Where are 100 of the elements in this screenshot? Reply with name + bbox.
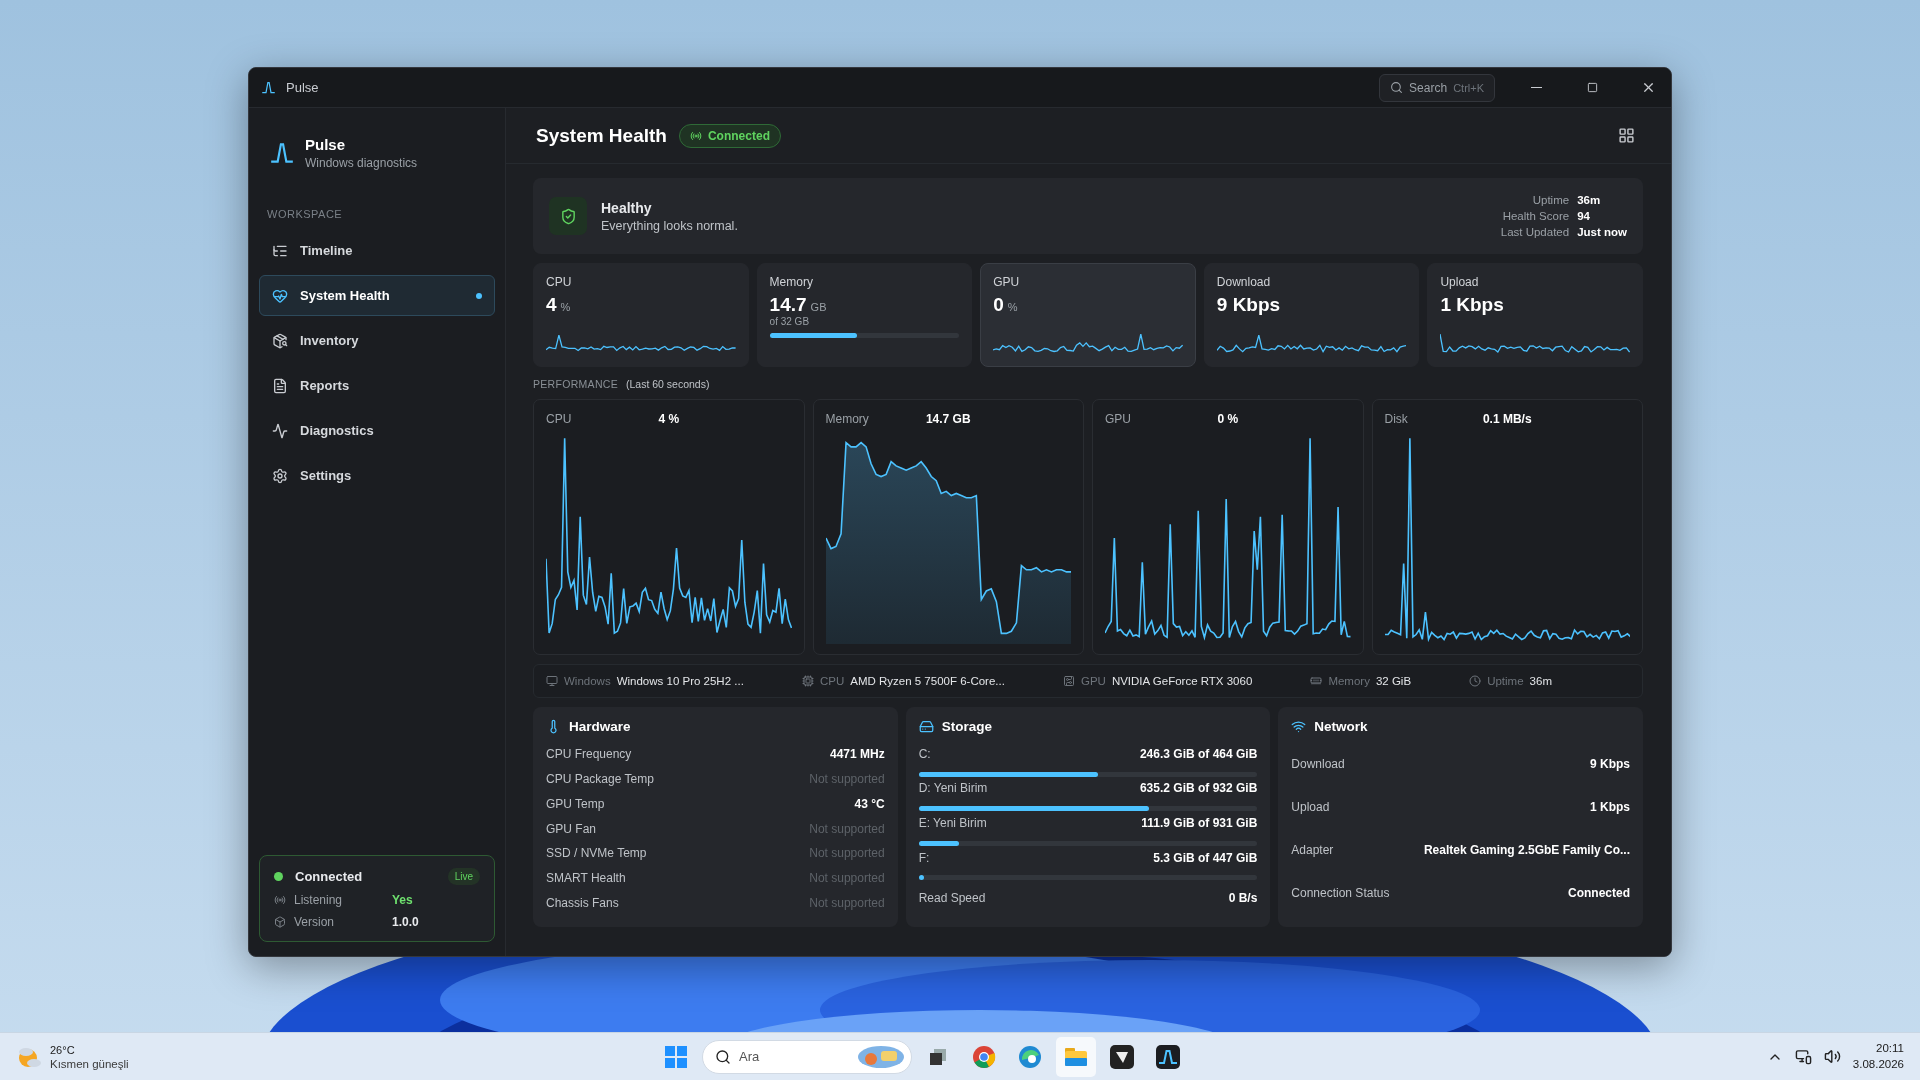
heart-icon [272,287,288,304]
app-name: Pulse [305,136,347,153]
metric-value: 14.7 [769,294,807,316]
metric-value: 0 [993,294,1004,316]
package-icon [272,332,288,349]
document-icon [272,377,288,394]
cube-icon [274,916,286,928]
metric-card[interactable]: CPU 4 % [533,263,749,367]
metric-subtext: of 32 GB [769,316,811,327]
search-icon [1390,81,1404,94]
window-title: Pulse [286,80,320,95]
metric-label: Download [1216,275,1272,289]
live-badge: Live [447,868,480,885]
search-highlight-icon [857,1044,905,1069]
info-value: 36m [1529,675,1552,687]
row-value: 1 Kbps [1589,799,1630,814]
metric-unit: % [1007,301,1018,313]
metric-value: 4 [546,294,557,316]
info-value: Windows 10 Pro 25H2 ... [616,675,744,687]
sidebar-item[interactable]: System Health [259,275,495,316]
row-value: Not supported [809,870,885,885]
metric-unit: GB [810,301,827,313]
drive-usage: 5.3 GiB of 447 GiB [1153,850,1258,865]
status-dot [274,872,283,881]
drive-usage: 635.2 GiB of 932 GiB [1139,781,1258,796]
info-label: Memory [1328,675,1370,687]
stat-label: Uptime [1531,194,1570,206]
info-value: NVIDIA GeForce RTX 3060 [1111,675,1253,687]
network-icon[interactable] [1794,1048,1812,1065]
metric-card[interactable]: Download 9 Kbps [1203,263,1420,367]
folder-icon[interactable] [1056,1036,1096,1077]
chart-label: Memory [825,412,870,426]
metric-card[interactable]: Upload 1 Kbps [1427,263,1643,367]
volume-icon[interactable] [1823,1048,1841,1065]
row-label: GPU Temp [546,796,605,811]
row-value: Not supported [809,895,885,910]
clock-icon [1469,675,1482,687]
taskbar-search-field[interactable]: Ara [702,1039,912,1074]
info-label: GPU [1080,675,1106,687]
panel-title: Hardware [569,719,631,734]
monitor-icon [546,675,558,687]
row-value: Connected [1567,886,1630,901]
status-value: Yes [392,893,413,907]
minimize-icon [1530,87,1542,88]
wifi-icon [1291,719,1307,734]
metric-value: 9 Kbps [1216,294,1281,316]
stat-value: 94 [1577,210,1591,222]
chart-label: CPU [546,412,573,426]
stat-label: Health Score [1501,210,1570,222]
sidebar-item[interactable]: Inventory [259,320,495,361]
weather-widget[interactable]: 26°C Kısmen güneşli [16,1043,656,1070]
metric-unit: % [560,301,571,313]
panel-title: Storage [941,719,992,734]
metric-card[interactable]: Memory 14.7 GB of 32 GB [756,263,973,367]
sidebar-item[interactable]: Settings [259,455,495,496]
health-message: Everything looks normal. [601,218,738,233]
chart-value: 0 % [1216,412,1240,426]
metric-label: GPU [993,275,1021,289]
maximize-icon [1586,82,1598,93]
pulse-logo-icon [269,140,295,166]
row-label: GPU Fan [546,821,596,836]
row-label: Download [1291,756,1345,771]
row-label: Read Speed [918,890,986,905]
row-value: 43 °C [854,796,885,811]
search-field[interactable]: Search Ctrl+K [1379,73,1495,102]
metric-card[interactable]: GPU 0 % [980,263,1196,367]
weather-description: Kısmen güneşli [50,1057,129,1070]
row-value: 4471 MHz [829,747,885,762]
metric-label: Upload [1440,275,1480,289]
windows-logo-icon [665,1045,687,1068]
metric-label: Memory [769,275,814,289]
page-title: System Health [536,124,667,147]
sidebar-item[interactable]: Reports [259,365,495,406]
drive-icon [918,719,934,734]
sidebar-item[interactable]: Timeline [259,230,495,271]
clock[interactable]: 20:11 3.08.2026 [1852,1041,1904,1072]
drive-label: D: Yeni Birim [918,781,988,796]
drive-usage: 111.9 GiB of 931 GiB [1141,816,1258,830]
row-value: Not supported [809,772,885,787]
row-label: CPU Package Temp [546,772,654,787]
info-label: CPU [819,675,845,687]
board-icon [1062,675,1075,687]
section-heading: WORKSPACE [266,207,344,222]
status-value: 1.0.0 [392,915,419,929]
metric-label: CPU [546,275,573,289]
search-icon [715,1048,731,1065]
sidebar-item[interactable]: Diagnostics [259,410,495,451]
shield-icon [549,197,587,235]
broadcast-icon [689,129,702,142]
row-value: Not supported [809,821,885,836]
stat-value: Just now [1577,226,1627,238]
panel-title: Network [1314,719,1368,734]
badge-text: Connected [707,128,770,143]
chart-label: Disk [1384,412,1409,426]
broadcast-icon [274,894,286,906]
row-label: SSD / NVMe Temp [546,846,647,861]
memory-icon [1310,675,1323,687]
chart-value: 0.1 MB/s [1481,412,1533,426]
weather-temperature: 26°C [50,1043,76,1056]
row-value: 9 Kbps [1589,756,1630,771]
